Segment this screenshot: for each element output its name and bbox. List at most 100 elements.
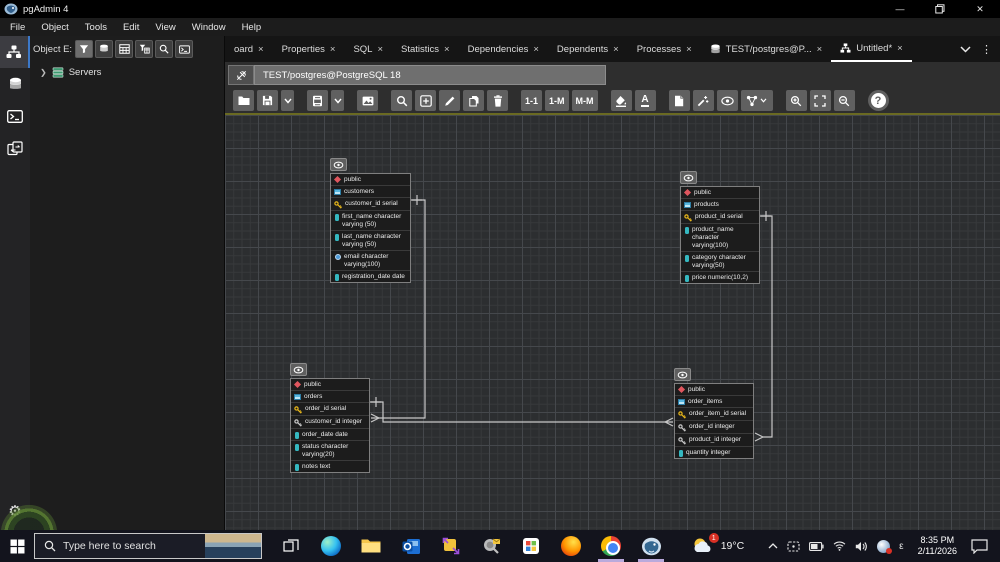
file-explorer-button[interactable] bbox=[360, 535, 382, 557]
menu-edit[interactable]: Edit bbox=[115, 22, 147, 33]
table-grid-button[interactable] bbox=[115, 40, 133, 58]
settings-gear-icon[interactable]: ⚙ bbox=[0, 502, 30, 520]
zoom-in-button[interactable] bbox=[786, 90, 807, 111]
erd-node-order_items[interactable]: publicorder_itemsorder_item_id serialord… bbox=[674, 383, 754, 459]
volume-icon[interactable] bbox=[855, 541, 868, 552]
filter-button[interactable] bbox=[75, 40, 93, 58]
tray-expand-icon[interactable] bbox=[768, 543, 778, 549]
search-highlight-thumbnail[interactable] bbox=[205, 534, 261, 558]
tab-close-icon[interactable]: × bbox=[686, 44, 692, 55]
tab-close-icon[interactable]: × bbox=[258, 44, 264, 55]
minimize-button[interactable]: — bbox=[880, 0, 920, 18]
firefox-button[interactable] bbox=[560, 535, 582, 557]
one-to-many-button[interactable]: 1-M bbox=[545, 90, 569, 111]
node-details-toggle[interactable] bbox=[674, 368, 691, 381]
zoom-out-button[interactable] bbox=[834, 90, 855, 111]
connection-combo[interactable]: TEST/postgres@PostgreSQL 18 bbox=[254, 65, 606, 85]
close-button[interactable]: ✕ bbox=[960, 0, 1000, 18]
restore-button[interactable] bbox=[920, 0, 960, 18]
show-details-button[interactable] bbox=[717, 90, 738, 111]
table-node[interactable]: publicorder_itemsorder_item_id serialord… bbox=[674, 383, 754, 459]
cardinality-notation-button[interactable] bbox=[741, 90, 773, 111]
erd-node-products[interactable]: publicproductsproduct_id serialproduct_n… bbox=[680, 186, 760, 284]
node-details-toggle[interactable] bbox=[680, 171, 697, 184]
tab-close-icon[interactable]: × bbox=[330, 44, 336, 55]
tab-dependencies[interactable]: Dependencies× bbox=[459, 36, 548, 62]
open-project-button[interactable] bbox=[233, 90, 254, 111]
save-menu-button[interactable] bbox=[281, 90, 294, 111]
battery-icon[interactable] bbox=[809, 542, 824, 551]
tab-oard[interactable]: oard× bbox=[225, 36, 273, 62]
add-note-button[interactable] bbox=[669, 90, 690, 111]
menu-window[interactable]: Window bbox=[184, 22, 234, 33]
download-image-button[interactable] bbox=[357, 90, 378, 111]
snip-sketch-button[interactable] bbox=[440, 535, 462, 557]
tab-processes[interactable]: Processes× bbox=[628, 36, 701, 62]
onedrive-status-icon[interactable] bbox=[877, 540, 890, 553]
taskbar-clock[interactable]: 8:35 PM 2/11/2026 bbox=[918, 535, 957, 557]
table-node[interactable]: publicordersorder_id serialcustomer_id i… bbox=[290, 378, 370, 473]
edit-table-button[interactable] bbox=[439, 90, 460, 111]
tab-list-chevron-icon[interactable] bbox=[960, 46, 971, 53]
erd-canvas[interactable]: publiccustomerscustomer_id serialfirst_n… bbox=[225, 115, 1000, 530]
node-details-toggle[interactable] bbox=[290, 363, 307, 376]
connection-status-button[interactable] bbox=[228, 65, 254, 85]
menu-file[interactable]: File bbox=[2, 22, 33, 33]
generate-sql-button[interactable] bbox=[307, 90, 328, 111]
activity-schema-diff[interactable] bbox=[0, 132, 30, 164]
fill-color-button[interactable] bbox=[611, 90, 632, 111]
tab-close-icon[interactable]: × bbox=[533, 44, 539, 55]
pgadmin-taskbar-button[interactable] bbox=[640, 535, 662, 557]
menu-help[interactable]: Help bbox=[234, 22, 270, 33]
wifi-icon[interactable] bbox=[833, 541, 846, 551]
tab-properties[interactable]: Properties× bbox=[273, 36, 345, 62]
help-button[interactable]: ? bbox=[868, 90, 889, 111]
tree-item-servers[interactable]: ❯ Servers bbox=[30, 62, 224, 82]
search-objects-button[interactable] bbox=[155, 40, 173, 58]
taskbar-search[interactable] bbox=[34, 533, 262, 559]
mail-search-button[interactable] bbox=[480, 535, 502, 557]
sql-menu-button[interactable] bbox=[331, 90, 344, 111]
microsoft-store-button[interactable] bbox=[520, 535, 542, 557]
task-view-button[interactable] bbox=[280, 535, 302, 557]
tab-close-icon[interactable]: × bbox=[897, 43, 903, 54]
outlook-button[interactable] bbox=[400, 535, 422, 557]
one-to-one-button[interactable]: 1-1 bbox=[521, 90, 542, 111]
table-node[interactable]: publiccustomerscustomer_id serialfirst_n… bbox=[330, 173, 411, 283]
menu-object[interactable]: Object bbox=[33, 22, 76, 33]
search-input[interactable] bbox=[63, 540, 178, 552]
erd-node-customers[interactable]: publiccustomerscustomer_id serialfirst_n… bbox=[330, 173, 411, 283]
edge-button[interactable] bbox=[320, 535, 342, 557]
drop-table-button[interactable] bbox=[487, 90, 508, 111]
notification-center-button[interactable] bbox=[971, 539, 988, 554]
menu-view[interactable]: View bbox=[147, 22, 183, 33]
clone-table-button[interactable] bbox=[463, 90, 484, 111]
menu-tools[interactable]: Tools bbox=[77, 22, 115, 33]
search-button[interactable] bbox=[391, 90, 412, 111]
filter-table-button[interactable] bbox=[135, 40, 153, 58]
table-node[interactable]: publicproductsproduct_id serialproduct_n… bbox=[680, 186, 760, 284]
tab-menu-kebab-icon[interactable]: ⋮ bbox=[981, 43, 992, 56]
tab-close-icon[interactable]: × bbox=[444, 44, 450, 55]
device-icon[interactable] bbox=[787, 541, 800, 552]
weather-widget[interactable]: 1 19°C bbox=[691, 536, 744, 556]
chrome-button[interactable] bbox=[600, 535, 622, 557]
database-filter-button[interactable] bbox=[95, 40, 113, 58]
auto-align-button[interactable] bbox=[693, 90, 714, 111]
many-to-many-button[interactable]: M-M bbox=[572, 90, 598, 111]
tab-dependents[interactable]: Dependents× bbox=[548, 36, 628, 62]
activity-psql-terminal[interactable] bbox=[0, 100, 30, 132]
erd-node-orders[interactable]: publicordersorder_id serialcustomer_id i… bbox=[290, 378, 370, 473]
tab-untitled-[interactable]: Untitled*× bbox=[831, 36, 911, 62]
tab-test-postgres-p-[interactable]: TEST/postgres@P...× bbox=[701, 36, 832, 62]
text-color-button[interactable]: A bbox=[635, 90, 656, 111]
add-table-button[interactable] bbox=[415, 90, 436, 111]
tab-close-icon[interactable]: × bbox=[613, 44, 619, 55]
tab-statistics[interactable]: Statistics× bbox=[392, 36, 459, 62]
zoom-to-fit-button[interactable] bbox=[810, 90, 831, 111]
tab-sql[interactable]: SQL× bbox=[344, 36, 392, 62]
start-button[interactable] bbox=[0, 530, 34, 562]
save-project-button[interactable] bbox=[257, 90, 278, 111]
activity-query-tool[interactable] bbox=[0, 68, 30, 100]
expand-chevron-icon[interactable]: ❯ bbox=[40, 68, 47, 77]
